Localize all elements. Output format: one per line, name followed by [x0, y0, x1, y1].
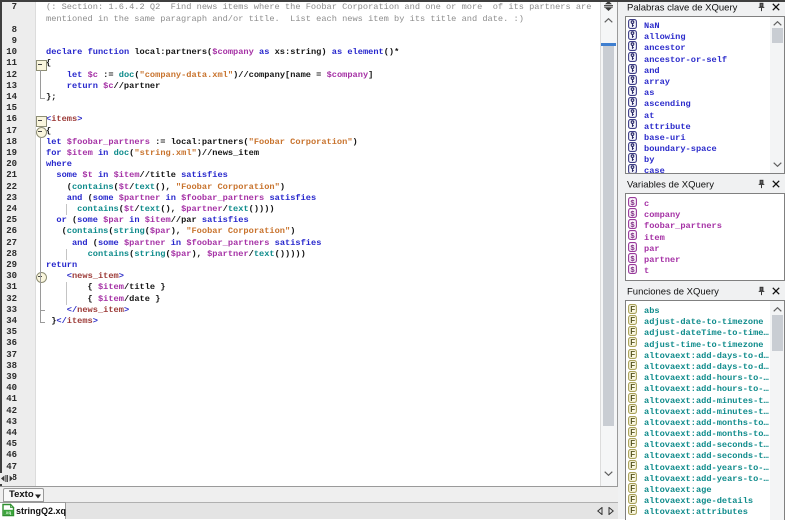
- svg-text:F: F: [630, 305, 635, 314]
- svg-text:$: $: [630, 200, 635, 207]
- svg-text:F: F: [630, 405, 635, 414]
- svg-text:F: F: [630, 361, 635, 370]
- svg-text:F: F: [630, 316, 635, 325]
- svg-text:F: F: [630, 338, 635, 347]
- svg-text:F: F: [630, 428, 635, 437]
- svg-text:F: F: [630, 484, 635, 493]
- svg-text:F: F: [630, 450, 635, 459]
- svg-text:F: F: [630, 383, 635, 392]
- svg-text:F: F: [630, 349, 635, 358]
- svg-text:F: F: [630, 394, 635, 403]
- svg-text:F: F: [630, 372, 635, 381]
- svg-text:$: $: [630, 267, 635, 274]
- svg-text:F: F: [630, 473, 635, 482]
- svg-text:F: F: [630, 439, 635, 448]
- svg-text:$: $: [630, 244, 635, 251]
- svg-text:F: F: [630, 506, 635, 515]
- svg-text:F: F: [630, 417, 635, 426]
- svg-text:$: $: [630, 211, 635, 218]
- svg-text:$: $: [630, 256, 635, 263]
- svg-text:$: $: [630, 222, 635, 229]
- svg-text:F: F: [630, 495, 635, 504]
- svg-text:$: $: [630, 233, 635, 240]
- svg-text:F: F: [630, 461, 635, 470]
- svg-text:F: F: [630, 327, 635, 336]
- svg-text:xq: xq: [6, 511, 12, 516]
